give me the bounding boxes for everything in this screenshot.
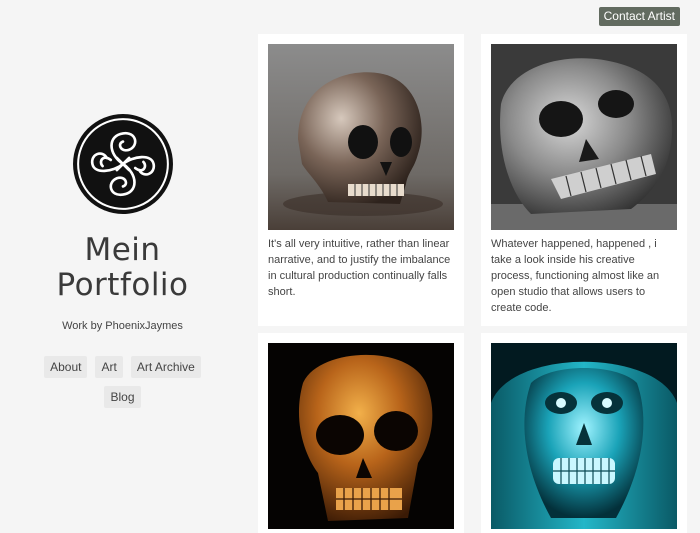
page-title: Mein Portfolio [0, 233, 245, 303]
title-line-1: Mein [84, 232, 161, 268]
artwork-card[interactable] [481, 333, 687, 533]
artwork-image[interactable] [268, 44, 454, 230]
contact-artist-button[interactable]: Contact Artist [598, 7, 680, 26]
nav-art[interactable]: Art [95, 356, 123, 378]
title-line-2: Portfolio [56, 267, 189, 303]
nav-blog[interactable]: Blog [104, 386, 141, 408]
subtitle: Work by PhoenixJaymes [62, 320, 183, 332]
artwork-image[interactable] [491, 44, 677, 230]
artwork-image[interactable] [268, 343, 454, 529]
sidebar: Mein Portfolio Work by PhoenixJaymes Abo… [0, 0, 245, 525]
nav-about[interactable]: About [44, 356, 88, 378]
artwork-card[interactable]: It's all very intuitive, rather than lin… [258, 34, 464, 326]
nav-menu: About Art Art Archive Blog [40, 356, 205, 408]
nav-art-archive[interactable]: Art Archive [130, 356, 201, 378]
artwork-card[interactable]: Whatever happened, happened , i take a l… [481, 34, 687, 326]
artwork-card[interactable] [258, 333, 464, 533]
artwork-caption: It's all very intuitive, rather than lin… [268, 238, 451, 298]
artwork-caption: Whatever happened, happened , i take a l… [491, 238, 660, 314]
artwork-image[interactable] [491, 343, 677, 529]
logo-icon [73, 114, 173, 214]
